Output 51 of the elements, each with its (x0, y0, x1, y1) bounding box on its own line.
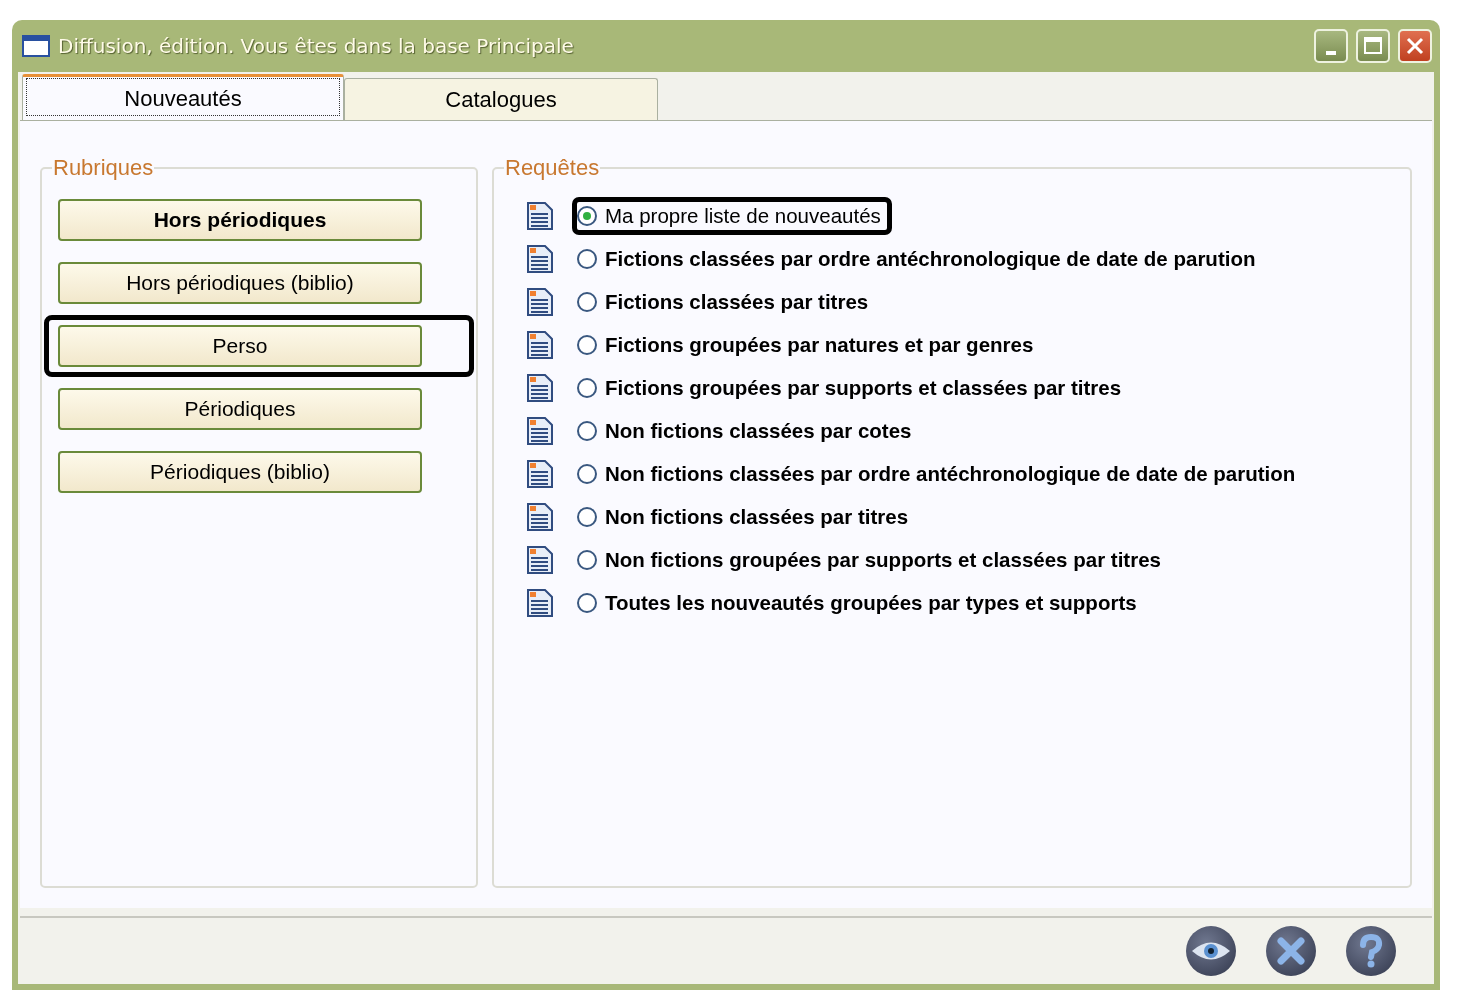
window-title: Diffusion, édition. Vous êtes dans la base Principale (58, 34, 575, 58)
radio-button[interactable] (577, 507, 597, 527)
radio-button[interactable] (577, 206, 597, 226)
query-label: Fictions groupées par natures et par genres (605, 333, 1034, 357)
tab[interactable]: Catalogues (344, 78, 658, 120)
query-label: Non fictions classées par ordre antéchronologique de date de parution (605, 462, 1296, 486)
rubrique-button[interactable]: Hors périodiques (biblio) (58, 262, 422, 304)
minimize-button[interactable] (1314, 29, 1348, 63)
document-icon (526, 374, 554, 402)
query-label: Toutes les nouveautés groupées par types et supports (605, 591, 1137, 615)
query-label: Non fictions classées par titres (605, 505, 909, 529)
document-icon (526, 331, 554, 359)
radio-button[interactable] (577, 292, 597, 312)
query-label: Ma propre liste de nouveautés (605, 204, 881, 228)
minimize-icon (1326, 51, 1336, 55)
query-label: Non fictions classées par cotes (605, 419, 912, 443)
radio-button[interactable] (577, 335, 597, 355)
close-icon (1405, 36, 1425, 56)
cancel-button[interactable] (1266, 926, 1316, 976)
help-button[interactable] (1346, 926, 1396, 976)
radio-button[interactable] (577, 593, 597, 613)
tab[interactable]: Nouveautés (22, 74, 344, 120)
rubrique-button[interactable]: Périodiques (58, 388, 422, 430)
window-icon (22, 35, 50, 57)
radio-button[interactable] (577, 550, 597, 570)
document-icon (526, 288, 554, 316)
query-label: Fictions groupées par supports et classées par titres (605, 376, 1122, 400)
query-label: Non fictions groupées par supports et classées par titres (605, 548, 1161, 572)
group-title: Requêtes (504, 157, 601, 181)
query-label: Fictions classées par titres (605, 290, 869, 314)
rubrique-button[interactable]: Périodiques (biblio) (58, 451, 422, 493)
radio-button[interactable] (577, 249, 597, 269)
eye-button[interactable] (1186, 926, 1236, 976)
rubrique-button[interactable]: Hors périodiques (58, 199, 422, 241)
maximize-button[interactable] (1356, 29, 1390, 63)
document-icon (526, 546, 554, 574)
radio-button[interactable] (577, 464, 597, 484)
radio-button[interactable] (577, 378, 597, 398)
query-label: Fictions classées par ordre antéchronologique de date de parution (605, 247, 1256, 271)
radio-button[interactable] (577, 421, 597, 441)
group-title: Rubriques (52, 157, 155, 181)
close-button[interactable] (1398, 29, 1432, 63)
close-icon (1276, 936, 1306, 966)
document-icon (526, 503, 554, 531)
document-icon (526, 460, 554, 488)
rubrique-button[interactable]: Perso (58, 325, 422, 367)
document-icon (526, 417, 554, 445)
document-icon (526, 245, 554, 273)
maximize-icon (1363, 36, 1383, 56)
document-icon (526, 589, 554, 617)
document-icon (526, 202, 554, 230)
